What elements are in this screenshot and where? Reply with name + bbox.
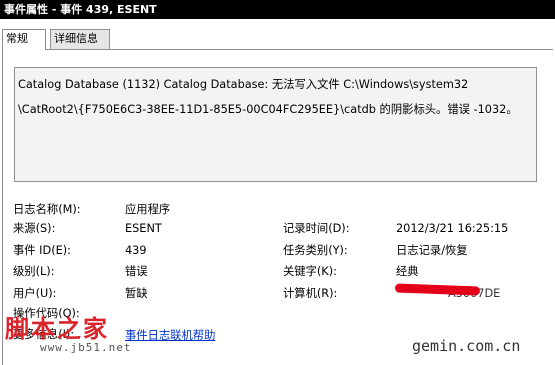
tab-details[interactable]: 详细信息 (50, 29, 110, 49)
logged-value: 2012/3/21 16:25:15 (396, 222, 509, 235)
event-log-online-help-link[interactable]: 事件日志联机帮助 (125, 327, 215, 343)
watermark-gemin: gemin.com.cn (412, 337, 521, 355)
event-description[interactable]: Catalog Database (1132) Catalog Database… (14, 67, 537, 182)
keywords-label: 关键字(K): (283, 265, 337, 278)
user-value: 暂缺 (125, 287, 148, 300)
tab-general[interactable]: 常规 (2, 29, 46, 50)
watermark-jb51-url: www.jb51.net (40, 341, 132, 354)
description-line-2: \CatRoot2\{F750E6C3-38EE-11D1-85E5-00C04… (18, 103, 518, 116)
source-value: ESENT (125, 222, 162, 235)
window-title: 事件属性 - 事件 439, ESENT (0, 0, 555, 19)
log-name-value: 应用程序 (125, 203, 171, 216)
level-label: 级别(L): (13, 265, 55, 278)
event-id-label: 事件 ID(E): (13, 244, 71, 257)
description-line-1: Catalog Database (1132) Catalog Database… (18, 78, 469, 91)
event-id-value: 439 (125, 244, 147, 257)
logged-label: 记录时间(D): (283, 222, 350, 235)
log-name-label: 日志名称(M): (13, 203, 81, 216)
level-value: 错误 (125, 265, 148, 278)
source-label: 来源(S): (13, 222, 56, 235)
user-label: 用户(U): (13, 287, 57, 300)
computer-label: 计算机(R): (283, 287, 338, 300)
keywords-value: 经典 (396, 265, 419, 278)
task-category-label: 任务类别(Y): (283, 244, 348, 257)
task-category-value: 日志记录/恢复 (396, 244, 468, 257)
watermark-jb51-logo: 脚本之家 (5, 314, 109, 343)
